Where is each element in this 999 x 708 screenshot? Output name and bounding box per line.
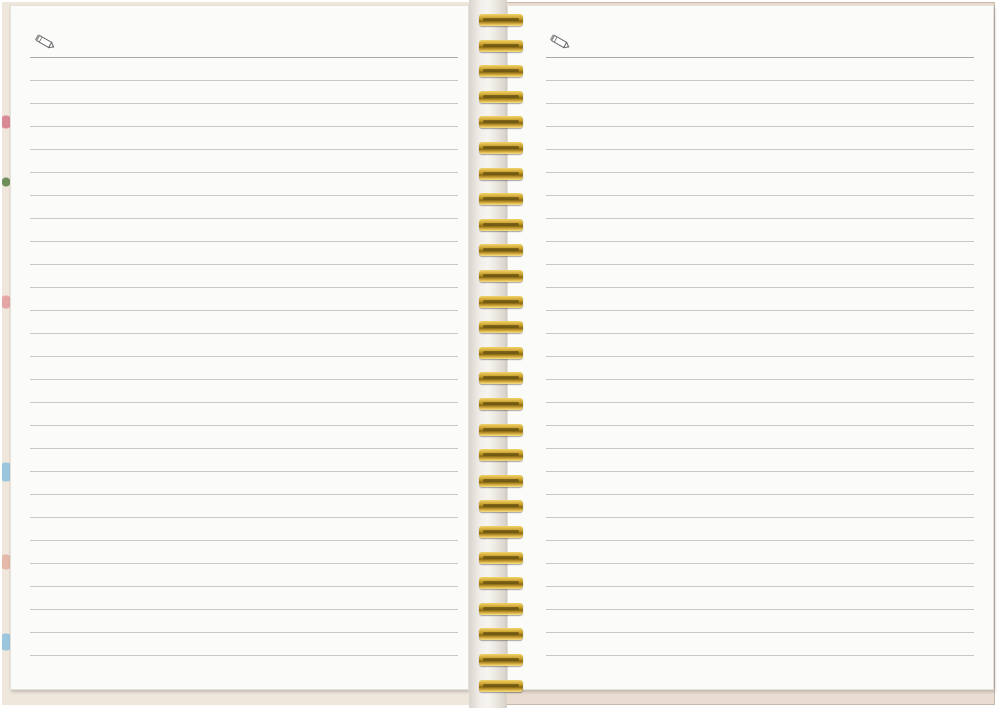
ruled-line (30, 287, 458, 288)
spiral-ring (479, 91, 523, 103)
ruled-line (546, 126, 974, 127)
ruled-line (30, 218, 458, 219)
ruled-line (546, 287, 974, 288)
spiral-ring (479, 142, 523, 154)
spiral-ring (479, 449, 523, 461)
ruled-line (546, 172, 974, 173)
spiral-ring (479, 14, 523, 26)
ruled-line (546, 655, 974, 656)
ruled-line (30, 264, 458, 265)
ruled-line (546, 333, 974, 334)
ruled-line (30, 57, 458, 58)
spiral-ring (479, 193, 523, 205)
ruled-line (30, 310, 458, 311)
ruled-line (30, 425, 458, 426)
ruled-line (546, 218, 974, 219)
ruled-line (30, 80, 458, 81)
ruled-line (30, 241, 458, 242)
spiral-ring (479, 424, 523, 436)
spiral-ring (479, 40, 523, 52)
right-page (507, 5, 994, 690)
ruled-line (30, 517, 458, 518)
spiral-ring (479, 475, 523, 487)
ruled-line (30, 609, 458, 610)
ruled-line (546, 57, 974, 58)
ruled-line (546, 494, 974, 495)
ruled-line (30, 448, 458, 449)
ruled-line (546, 609, 974, 610)
spiral-ring (479, 270, 523, 282)
spiral-ring (479, 603, 523, 615)
ruled-line (546, 149, 974, 150)
ruled-line (30, 195, 458, 196)
ruled-line (546, 517, 974, 518)
ruled-line (546, 195, 974, 196)
spiral-ring (479, 577, 523, 589)
spiral-ring (479, 552, 523, 564)
spiral-ring (479, 244, 523, 256)
spiral-ring (479, 219, 523, 231)
spiral-ring (479, 500, 523, 512)
spiral-ring (479, 296, 523, 308)
ruled-line (546, 402, 974, 403)
ruled-line (546, 356, 974, 357)
pencil-icon (548, 33, 572, 51)
ruled-line (546, 448, 974, 449)
ruled-line (30, 402, 458, 403)
ruled-line (546, 264, 974, 265)
spiral-ring (479, 168, 523, 180)
spiral-ring (479, 321, 523, 333)
ruled-line (30, 149, 458, 150)
ruled-line (30, 103, 458, 104)
ruled-line (546, 471, 974, 472)
ruled-line (546, 540, 974, 541)
ruled-line (30, 540, 458, 541)
spiral-ring (479, 654, 523, 666)
ruled-line (546, 103, 974, 104)
ruled-line (30, 356, 458, 357)
ruled-line (30, 379, 458, 380)
spiral-ring (479, 526, 523, 538)
ruled-line (546, 241, 974, 242)
left-page (10, 5, 469, 690)
ruled-line (546, 632, 974, 633)
ruled-line (30, 126, 458, 127)
spiral-ring (479, 398, 523, 410)
ruled-line (546, 586, 974, 587)
ruled-line (30, 586, 458, 587)
ruled-line (30, 333, 458, 334)
ruled-line (546, 80, 974, 81)
ruled-line (546, 310, 974, 311)
spiral-ring (479, 65, 523, 77)
spiral-ring (479, 372, 523, 384)
ruled-line (30, 471, 458, 472)
spiral-ring (479, 628, 523, 640)
ruled-line (30, 632, 458, 633)
ruled-line (546, 563, 974, 564)
ruled-line (30, 494, 458, 495)
ruled-line (546, 425, 974, 426)
pencil-icon (33, 33, 57, 51)
ruled-line (30, 563, 458, 564)
spiral-ring (479, 116, 523, 128)
spiral-ring (479, 347, 523, 359)
ruled-line (546, 379, 974, 380)
spiral-ring (479, 680, 523, 692)
ruled-line (30, 172, 458, 173)
ruled-line (30, 655, 458, 656)
